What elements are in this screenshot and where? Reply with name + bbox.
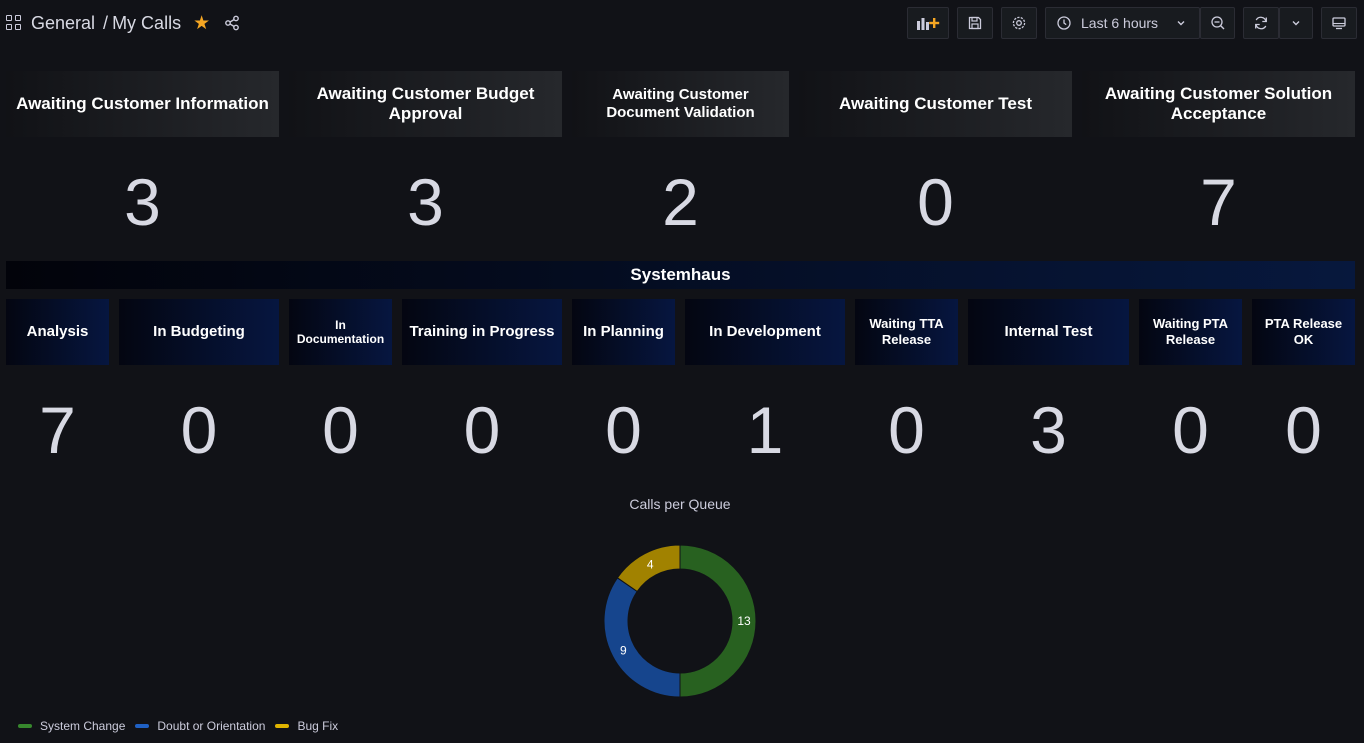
panel-awaiting-customer-document-validation-title: Awaiting Customer Document Validation <box>572 71 789 137</box>
stat-value: 0 <box>888 393 925 467</box>
panel-pta-release-ok-title: PTA Release OK <box>1252 299 1355 365</box>
dashboard-topbar: General / My Calls ★ Last 6 hours <box>0 0 1364 46</box>
section-title: Systemhaus <box>6 261 1355 289</box>
legend-item-doubt-or-orientation[interactable]: Doubt or Orientation <box>135 719 265 733</box>
stat-value: 2 <box>662 165 699 239</box>
time-range-picker[interactable]: Last 6 hours <box>1045 7 1200 39</box>
zoom-out-icon <box>1210 16 1224 30</box>
legend-swatch <box>275 724 290 728</box>
stat-value: 3 <box>407 165 444 239</box>
stat-value: 0 <box>180 393 218 467</box>
stat-value: 7 <box>1200 165 1237 239</box>
panel-awaiting-customer-budget-approval-title: Awaiting Customer Budget Approval <box>289 71 562 137</box>
add-panel-icon <box>917 18 940 30</box>
dashboard-settings-button[interactable] <box>1001 7 1037 39</box>
breadcrumb: General / My Calls ★ <box>6 10 240 36</box>
panel-analysis-title: Analysis <box>6 299 109 365</box>
legend-label: Doubt or Orientation <box>157 719 266 733</box>
stat-value: 0 <box>463 393 501 467</box>
chevron-down-icon <box>1177 21 1185 26</box>
panel-internal-test-title: Internal Test <box>968 299 1129 365</box>
pie-value-label: 13 <box>737 614 751 628</box>
breadcrumb-separator: / <box>103 12 109 33</box>
share-icon[interactable] <box>224 15 240 31</box>
legend-item-bug-fix[interactable]: Bug Fix <box>275 719 338 733</box>
stat-value: 3 <box>1030 393 1067 467</box>
stat-value: 7 <box>39 393 76 467</box>
legend-label: Bug Fix <box>297 719 339 733</box>
panel-in-documentation-title: In Documentation <box>289 299 392 365</box>
add-panel-button[interactable] <box>907 7 949 39</box>
dashboards-grid-icon[interactable] <box>6 15 22 31</box>
pie-value-label: 9 <box>620 644 627 658</box>
refresh-interval-dropdown[interactable] <box>1279 7 1313 39</box>
monitor-icon <box>1332 17 1346 30</box>
stat-value: 1 <box>746 393 784 467</box>
stat-value: 0 <box>1285 393 1322 467</box>
panel-training-in-progress-title: Training in Progress <box>402 299 562 365</box>
pie-slice-doubt-or-orientation[interactable] <box>603 577 681 698</box>
panel-waiting-tta-release-title: Waiting TTA Release <box>855 299 958 365</box>
panel-in-budgeting-title: In Budgeting <box>119 299 279 365</box>
chevron-down-icon <box>1292 21 1300 26</box>
legend-swatch <box>135 724 150 728</box>
refresh-icon <box>1255 16 1267 30</box>
panel-waiting-pta-release-title: Waiting PTA Release <box>1139 299 1242 365</box>
panel-in-planning-title: In Planning <box>572 299 675 365</box>
legend-item-system-change[interactable]: System Change <box>18 719 125 733</box>
calls-per-queue-donut-chart: 13 9 4 <box>603 544 757 698</box>
zoom-out-button[interactable] <box>1200 7 1235 39</box>
chart-legend: System Change Doubt or Orientation Bug Fix <box>18 719 348 733</box>
panel-awaiting-customer-test-title: Awaiting Customer Test <box>799 71 1072 137</box>
legend-swatch <box>18 724 32 728</box>
pie-value-label: 4 <box>647 557 654 571</box>
stat-value: 0 <box>605 393 642 467</box>
save-icon <box>968 16 982 30</box>
stat-value: 0 <box>917 165 954 239</box>
chart-title: Calls per Queue <box>629 496 731 512</box>
stat-value: 0 <box>1172 393 1209 467</box>
breadcrumb-folder[interactable]: General <box>31 13 95 34</box>
panel-in-development-title: In Development <box>685 299 845 365</box>
legend-label: System Change <box>40 719 126 733</box>
stat-value: 0 <box>322 393 359 467</box>
panel-awaiting-customer-solution-acceptance-title: Awaiting Customer Solution Acceptance <box>1082 71 1355 137</box>
clock-icon <box>1057 16 1071 30</box>
gear-icon <box>1012 16 1026 30</box>
dashboard-title[interactable]: My Calls <box>112 13 181 34</box>
save-dashboard-button[interactable] <box>957 7 993 39</box>
time-range-label: Last 6 hours <box>1081 15 1159 31</box>
refresh-button[interactable] <box>1243 7 1279 39</box>
star-icon[interactable]: ★ <box>193 12 210 35</box>
tv-mode-button[interactable] <box>1321 7 1357 39</box>
panel-awaiting-customer-information-title: Awaiting Customer Information <box>6 71 279 137</box>
stat-value: 3 <box>124 165 161 239</box>
